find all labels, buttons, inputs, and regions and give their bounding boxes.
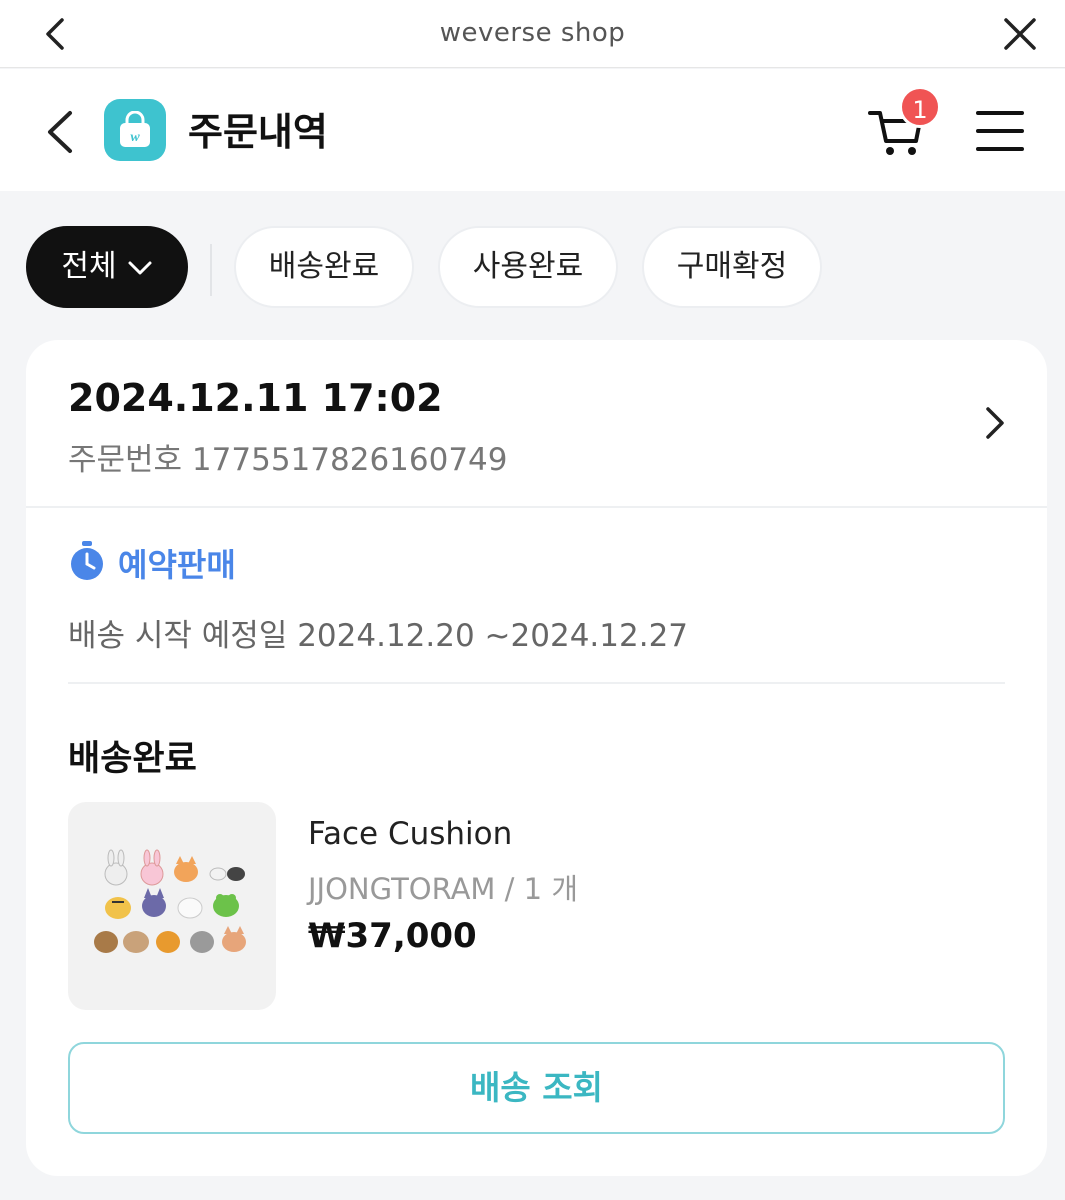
chevron-down-icon <box>128 261 152 274</box>
filter-divider <box>210 244 212 296</box>
shopping-bag-icon: w <box>120 111 150 147</box>
divider <box>26 506 1047 508</box>
filter-chip-label: 사용완료 <box>472 249 584 284</box>
back-icon[interactable] <box>42 107 78 157</box>
divider <box>68 682 1005 684</box>
track-delivery-button[interactable]: 배송 조회 <box>68 1042 1005 1134</box>
svg-text:w: w <box>130 130 140 145</box>
chevron-right-icon[interactable] <box>980 404 1008 442</box>
filter-chip-label: 구매확정 <box>676 249 788 284</box>
page-title: 주문내역 <box>188 110 328 154</box>
order-card: 2024.12.11 17:02 주문번호 1775517826160749 예… <box>26 340 1047 1176</box>
weverse-shop-logo: w <box>104 99 166 161</box>
filter-chip-confirmed[interactable]: 구매확정 <box>642 226 822 308</box>
filter-chip-label: 배송완료 <box>268 249 380 284</box>
product-name[interactable]: Face Cushion <box>308 816 512 852</box>
delivery-status: 배송완료 <box>68 739 197 779</box>
stopwatch-icon <box>71 541 103 580</box>
product-price: ₩37,000 <box>308 916 477 956</box>
page-header: w 주문내역 1 <box>0 69 1065 191</box>
product-thumbnail[interactable] <box>68 802 276 1010</box>
product-image <box>94 849 246 953</box>
cart-count-badge: 1 <box>899 86 941 128</box>
filter-chip-used[interactable]: 사용완료 <box>438 226 618 308</box>
browser-bar: weverse shop <box>0 0 1065 68</box>
product-option: JJONGTORAM / 1 개 <box>308 872 578 906</box>
filter-chip-all[interactable]: 전체 <box>26 226 188 308</box>
filter-chip-delivered[interactable]: 배송완료 <box>234 226 414 308</box>
ship-schedule: 배송 시작 예정일 2024.12.20 ~2024.12.27 <box>68 618 689 654</box>
order-number: 주문번호 1775517826160749 <box>68 442 508 478</box>
menu-icon[interactable] <box>976 109 1024 153</box>
order-date[interactable]: 2024.12.11 17:02 <box>68 376 443 420</box>
filter-chip-label: 전체 <box>61 249 117 284</box>
browser-title: weverse shop <box>439 18 626 48</box>
close-icon[interactable] <box>1000 14 1040 54</box>
presale-label: 예약판매 <box>118 546 236 584</box>
